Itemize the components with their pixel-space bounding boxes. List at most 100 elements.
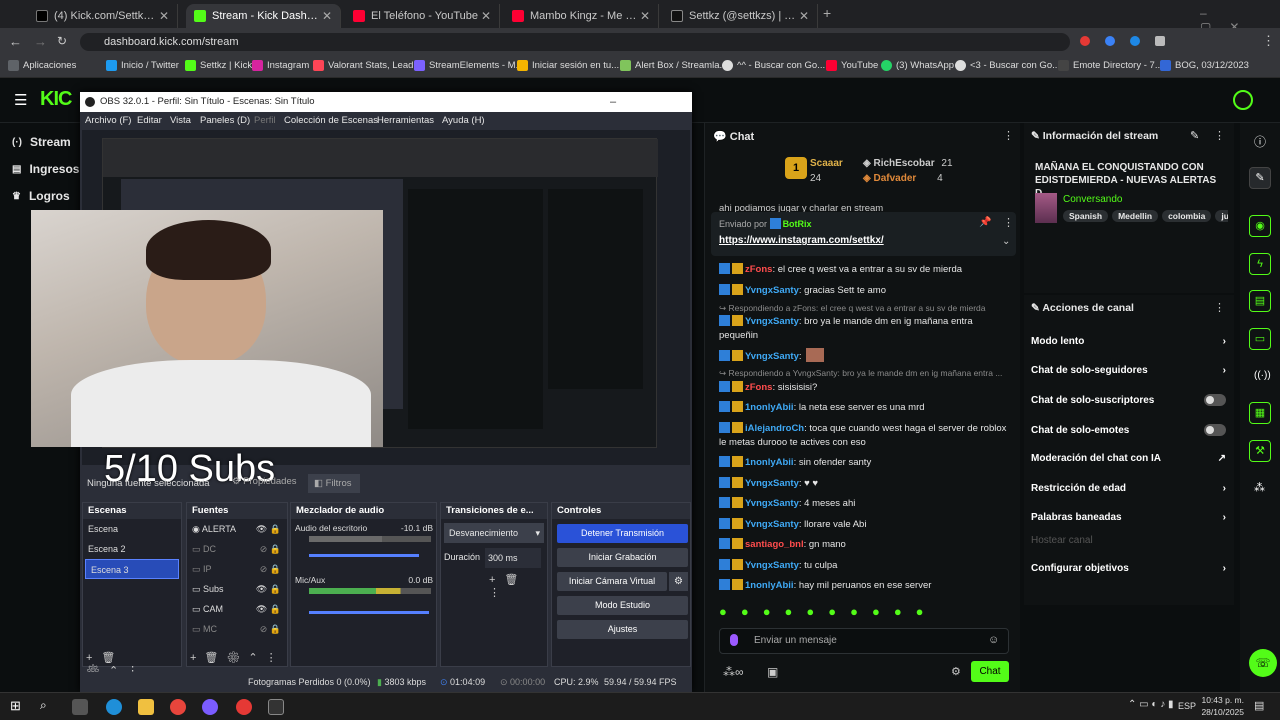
url-input[interactable]: dashboard.kick.com/stream bbox=[80, 33, 1070, 51]
chat-input[interactable]: Enviar un mensaje ☺ bbox=[719, 628, 1009, 654]
bookmark-item[interactable]: (3) WhatsApp bbox=[881, 60, 954, 71]
start-virtual-camera-button[interactable]: Iniciar Cámara Virtual bbox=[557, 572, 667, 591]
action-age-restriction[interactable]: Restricción de edad › bbox=[1031, 483, 1226, 494]
settings-icon[interactable]: ⚙ bbox=[951, 665, 961, 678]
volume-slider[interactable] bbox=[309, 611, 429, 614]
nav-logros[interactable]: ♛ Logros bbox=[12, 189, 70, 203]
chat-username[interactable]: YvngxSanty bbox=[745, 519, 799, 530]
tab-youtube-1[interactable]: El Teléfono - YouTube ✕ bbox=[345, 4, 500, 28]
tab-kick-dashboard[interactable]: Stream - Kick Dashboard✕ bbox=[186, 4, 341, 28]
menu-file[interactable]: Archivo (F) bbox=[85, 112, 131, 130]
source-toolbar[interactable]: +🗑⚙⌃⋮ bbox=[190, 651, 285, 664]
chevron-down-icon[interactable]: ⌄ bbox=[1002, 236, 1010, 247]
obs-taskbar-icon[interactable] bbox=[268, 699, 284, 715]
message-icon[interactable]: ▭ bbox=[1249, 328, 1271, 350]
chat-username[interactable]: santiago_bnl bbox=[745, 539, 804, 550]
send-chat-button[interactable]: Chat bbox=[971, 661, 1009, 682]
lightning-icon[interactable]: ϟ bbox=[1249, 253, 1271, 275]
bookmark-item[interactable]: Iniciar sesión en tu... bbox=[517, 60, 619, 71]
broadcast-icon[interactable]: ((·)) bbox=[1254, 370, 1271, 381]
category-name[interactable]: Conversando bbox=[1063, 194, 1122, 205]
reload-icon[interactable]: ↻ bbox=[57, 34, 67, 48]
nav-stream[interactable]: (·) Stream bbox=[12, 135, 71, 149]
tab-tiktok[interactable]: Settkz (@settkzs) | TikTok✕ bbox=[663, 4, 818, 28]
pin-icon[interactable]: 📌 bbox=[979, 217, 991, 228]
source-item[interactable]: ◉ ALERTA 👁 🔒 bbox=[187, 519, 287, 539]
chat-username[interactable]: YvngxSanty bbox=[745, 478, 799, 489]
chrome-icon[interactable] bbox=[170, 699, 186, 715]
notifications-icon[interactable]: ▤ bbox=[1254, 699, 1264, 712]
edge-icon[interactable] bbox=[106, 699, 122, 715]
chat-username[interactable]: zFons bbox=[745, 264, 772, 275]
chat-username[interactable]: YvngxSanty bbox=[745, 498, 799, 509]
clock-date[interactable]: 28/10/2025 bbox=[1200, 707, 1244, 717]
tab-twitter[interactable]: (4) Kick.com/Settkz co en X: "@✕ bbox=[28, 4, 178, 28]
virtual-camera-settings-icon[interactable]: ⚙ bbox=[669, 572, 688, 591]
source-item[interactable]: ▭ IP ⊘ 🔒 bbox=[187, 559, 287, 579]
extension-icon[interactable] bbox=[1155, 36, 1165, 46]
info-icon[interactable]: ⓘ bbox=[1254, 133, 1266, 150]
close-icon[interactable]: ✕ bbox=[322, 9, 332, 23]
emote-bar[interactable]: ●●●●●●●●●● bbox=[719, 604, 1009, 619]
bookmark-item[interactable]: Emote Directory - 7... bbox=[1058, 60, 1163, 71]
bookmark-item[interactable]: YouTube bbox=[826, 60, 878, 71]
action-ai-moderation[interactable]: Moderación del chat con IA ↗ bbox=[1031, 453, 1226, 464]
action-slow-mode[interactable]: Modo lento › bbox=[1031, 336, 1226, 347]
pinned-message[interactable]: Enviado por BotRix https://www.instagram… bbox=[711, 212, 1016, 256]
bookmark-item[interactable]: Alert Box / Streamla... bbox=[620, 60, 727, 71]
more-icon[interactable]: ⋮ bbox=[1214, 129, 1225, 142]
filters-button[interactable]: ◧ Filtros bbox=[308, 474, 360, 493]
transition-toolbar[interactable]: +🗑⋮ bbox=[489, 573, 547, 599]
points-icon[interactable]: ⁂∞ bbox=[723, 665, 744, 679]
bookmark-item[interactable]: BOG, 03/12/2023 bbox=[1160, 60, 1249, 71]
camera-icon[interactable]: ◉ bbox=[1249, 215, 1271, 237]
scene-item-selected[interactable]: Escena 3 bbox=[85, 559, 179, 579]
extension-icon[interactable] bbox=[1080, 36, 1090, 46]
chat-username[interactable]: YvngxSanty bbox=[745, 351, 799, 362]
bookmark-item[interactable]: Aplicaciones bbox=[8, 60, 76, 71]
more-icon[interactable]: ⋮ bbox=[1214, 301, 1225, 314]
app-icon[interactable] bbox=[236, 699, 252, 715]
close-icon[interactable]: ✕ bbox=[640, 9, 650, 23]
bookmark-item[interactable]: StreamElements - M... bbox=[414, 60, 524, 71]
task-view-icon[interactable] bbox=[72, 699, 88, 715]
toggle-switch[interactable] bbox=[1204, 394, 1226, 406]
search-icon[interactable]: ⌕ bbox=[40, 698, 47, 713]
layout-icon[interactable]: ▦ bbox=[1249, 402, 1271, 424]
bookmark-item[interactable]: <3 - Buscar con Go... bbox=[955, 60, 1060, 71]
category-thumbnail[interactable] bbox=[1035, 193, 1057, 223]
more-icon[interactable]: ⋮ bbox=[1003, 129, 1014, 142]
tray-icons[interactable]: ⌃ ▭ ◐ ♪ ▮ bbox=[1128, 699, 1173, 710]
scene-item[interactable]: Escena bbox=[83, 519, 181, 539]
bookmark-item[interactable]: Valorant Stats, Lead... bbox=[313, 60, 421, 71]
action-followers-only[interactable]: Chat de solo-seguidores › bbox=[1031, 365, 1226, 376]
pinned-link[interactable]: https://www.instagram.com/settkx/ bbox=[719, 235, 884, 246]
menu-profile[interactable]: Perfil bbox=[254, 112, 276, 130]
close-icon[interactable]: ✕ bbox=[159, 9, 169, 23]
hamburger-icon[interactable]: ☰ bbox=[14, 91, 27, 109]
scene-item[interactable]: Escena 2 bbox=[83, 539, 181, 559]
clock-time[interactable]: 10:43 p. m. bbox=[1200, 695, 1244, 705]
close-icon[interactable]: ✕ bbox=[481, 9, 491, 23]
apps-icon[interactable]: ⁂ bbox=[1254, 481, 1265, 494]
bookmark-item[interactable]: ^^ - Buscar con Go... bbox=[722, 60, 825, 71]
tag[interactable]: jus bbox=[1215, 210, 1228, 222]
tag[interactable]: colombia bbox=[1162, 210, 1212, 222]
action-banned-words[interactable]: Palabras baneadas › bbox=[1031, 512, 1226, 523]
chat-username[interactable]: zFons bbox=[745, 382, 772, 393]
tab-youtube-2[interactable]: Mambo Kingz - Me Reclam✕ bbox=[504, 4, 659, 28]
menu-icon[interactable]: ⋮ bbox=[1262, 33, 1275, 49]
action-emotes-only[interactable]: Chat de solo-emotes bbox=[1031, 424, 1226, 436]
tag[interactable]: Medellin bbox=[1112, 210, 1159, 222]
action-configure-goals[interactable]: Configurar objetivos › bbox=[1031, 563, 1226, 574]
leader-name[interactable]: Scaaar bbox=[810, 158, 843, 169]
new-tab-button[interactable]: + bbox=[823, 5, 831, 21]
menu-tools[interactable]: Herramientas bbox=[377, 112, 434, 130]
source-item[interactable]: ▭ MC ⊘ 🔒 bbox=[187, 619, 287, 639]
volume-slider[interactable] bbox=[309, 554, 419, 557]
mic-icon[interactable] bbox=[730, 634, 738, 646]
document-icon[interactable]: ▤ bbox=[1249, 290, 1271, 312]
language-indicator[interactable]: ESP bbox=[1178, 701, 1196, 711]
extension-icon[interactable] bbox=[1130, 36, 1140, 46]
gift-icon[interactable]: ▣ bbox=[767, 665, 778, 679]
